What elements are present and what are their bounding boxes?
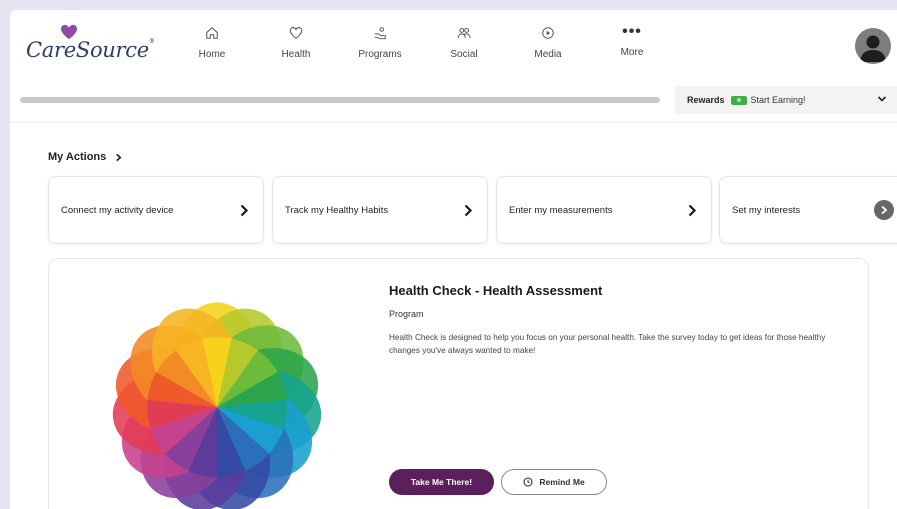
take-me-there-button[interactable]: Take Me There! — [389, 469, 494, 495]
play-icon — [542, 27, 554, 39]
nav-more[interactable]: ••• More — [590, 24, 674, 68]
brand-logo[interactable]: CareSource® — [26, 38, 155, 62]
rewards-cash-icon — [730, 95, 747, 105]
program-description: Health Check is designed to help you foc… — [389, 333, 826, 355]
programs-icon — [374, 27, 386, 40]
rewards-progress-bar — [20, 97, 660, 103]
chevron-right-icon — [240, 204, 249, 217]
main-nav: Home Health Programs Social Media ••• Mo… — [170, 24, 674, 68]
logo-registered-mark: ® — [148, 38, 155, 45]
people-icon — [457, 27, 471, 38]
app-page: CareSource® Home Health Programs Social … — [10, 10, 897, 509]
program-card: Health Check - Health Assessment Program… — [48, 258, 869, 509]
action-card-label: Track my Healthy Habits — [285, 205, 389, 216]
clock-icon — [523, 477, 533, 487]
nav-home-label: Home — [198, 49, 226, 60]
remind-me-button[interactable]: Remind Me — [501, 469, 607, 495]
nav-media[interactable]: Media — [506, 24, 590, 68]
chevron-right-icon — [116, 153, 122, 161]
chevron-right-icon — [464, 204, 473, 217]
chevron-right-circle-icon — [881, 205, 888, 215]
action-card-label: Enter my measurements — [509, 205, 613, 216]
top-header: CareSource® Home Health Programs Social … — [10, 10, 897, 80]
actions-scroll-next-button[interactable] — [874, 200, 894, 220]
action-card-interests[interactable]: Set my interests — [719, 176, 897, 244]
my-actions-title: My Actions — [48, 151, 107, 163]
nav-home[interactable]: Home — [170, 24, 254, 68]
logo-text: CareSource — [26, 38, 149, 62]
action-card-healthy-habits[interactable]: Track my Healthy Habits — [272, 176, 488, 244]
more-dots-icon: ••• — [622, 23, 642, 40]
action-card-connect-device[interactable]: Connect my activity device — [48, 176, 264, 244]
rewards-label: Rewards — [687, 95, 725, 105]
nav-more-label: More — [620, 47, 644, 58]
action-card-label: Set my interests — [732, 205, 801, 216]
user-avatar-icon — [860, 35, 886, 62]
home-icon — [206, 27, 218, 39]
nav-social-label: Social — [450, 49, 478, 60]
nav-health-label: Health — [281, 49, 311, 60]
nav-social[interactable]: Social — [422, 24, 506, 68]
chevron-right-icon — [688, 204, 697, 217]
program-type: Program — [389, 309, 424, 319]
header-divider — [10, 122, 897, 123]
rewards-dropdown[interactable]: Rewards Start Earning! — [675, 86, 897, 114]
nav-programs[interactable]: Programs — [338, 24, 422, 68]
heart-icon — [289, 27, 303, 39]
program-title: Health Check - Health Assessment — [389, 283, 603, 298]
nav-programs-label: Programs — [358, 49, 402, 60]
remind-me-label: Remind Me — [539, 477, 585, 487]
rainbow-flower-icon — [112, 302, 322, 509]
user-avatar[interactable] — [855, 28, 891, 64]
action-card-measurements[interactable]: Enter my measurements — [496, 176, 712, 244]
rewards-status: Start Earning! — [750, 95, 806, 105]
nav-health[interactable]: Health — [254, 24, 338, 68]
my-actions-link[interactable]: My Actions — [48, 151, 123, 163]
action-card-label: Connect my activity device — [61, 205, 174, 216]
chevron-down-icon — [877, 96, 887, 102]
nav-media-label: Media — [534, 49, 562, 60]
